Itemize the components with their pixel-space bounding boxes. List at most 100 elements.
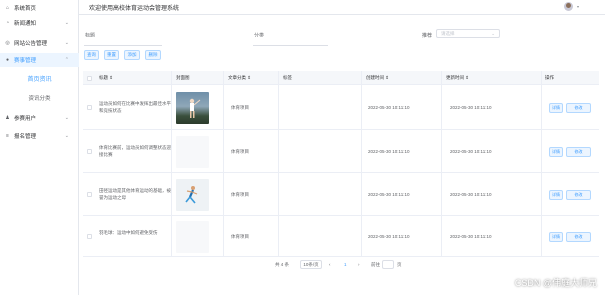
sidebar-item-news[interactable]: ◔ 新闻通知 ⌄	[0, 16, 79, 30]
row-title: 体育比赛前，运动员如何调整状态迎接比赛	[99, 145, 171, 157]
column-divider	[361, 71, 362, 257]
page-number-current[interactable]: 1	[344, 262, 347, 267]
row-title: 运动员如何在比赛中发挥出最佳水平和竞技状态	[99, 101, 171, 113]
avatar[interactable]	[564, 2, 573, 11]
sidebar-item-label: 资讯分类	[28, 96, 51, 102]
sidebar-item-label: 系统首页	[14, 6, 37, 12]
delete-button[interactable]: 删除	[145, 50, 161, 60]
location-icon: ●	[5, 56, 10, 63]
cover-image-empty	[176, 136, 209, 168]
chevron-down-icon: ⌄	[64, 40, 69, 46]
row-checkbox[interactable]	[87, 105, 92, 110]
table-row: 运动员如何在比赛中发挥出最佳水平和竞技状态 体育项目 2022-05-30 10…	[83, 86, 599, 130]
row-category: 体育项目	[231, 105, 249, 110]
sidebar-item-label: 参赛用户	[14, 116, 37, 122]
row-created: 2022-05-30 10:11:10	[368, 192, 410, 197]
edit-button[interactable]: 修改	[566, 190, 591, 200]
row-category: 体育项目	[231, 149, 249, 154]
sidebar-item-registration[interactable]: ≡ 报名管理 ⌄	[0, 129, 79, 143]
sidebar-item-home[interactable]: ⌂ 系统首页	[0, 1, 79, 15]
user-icon: ♟	[5, 114, 10, 121]
edit-button[interactable]: 修改	[566, 232, 591, 242]
recommend-select[interactable]: 请选择 ⌄	[436, 29, 500, 38]
col-tag: 标签	[283, 75, 292, 80]
row-updated: 2022-05-30 10:11:10	[450, 149, 492, 154]
col-category[interactable]: 文章分类 ⇕	[228, 75, 251, 81]
sidebar-item-announcement[interactable]: ◎ 网站公告管理 ⌄	[0, 36, 79, 50]
table-row: 田径运动是其他体育运动的基础，被誉为运动之母 体育项目 2022-05-30 1…	[83, 174, 599, 216]
prev-page-button[interactable]: ‹	[329, 262, 331, 267]
table-row: 羽毛球：运动中如何避免受伤 体育项目 2022-05-30 10:11:10 2…	[83, 217, 599, 257]
table-row: 体育比赛前，运动员如何调整状态迎接比赛 体育项目 2022-05-30 10:1…	[83, 131, 599, 173]
sort-icon: ⇕	[465, 75, 470, 80]
row-created: 2022-05-30 10:11:10	[368, 149, 410, 154]
col-updated-label: 更新时间	[446, 75, 464, 80]
sidebar-item-label: 赛事管理	[14, 58, 37, 64]
goto-page-input[interactable]	[382, 260, 394, 269]
chevron-down-icon: ⌄	[491, 31, 495, 36]
chevron-down-icon: ⌄	[64, 115, 69, 121]
category-search-input[interactable]	[253, 37, 328, 46]
column-divider	[541, 71, 542, 257]
col-cover: 封面图	[176, 75, 190, 80]
goto-label: 前往	[371, 262, 380, 267]
view-button[interactable]: 详情	[549, 147, 563, 157]
sort-icon: ⇕	[109, 75, 114, 80]
sort-icon: ⇕	[247, 75, 252, 80]
bell-icon: ◔	[5, 19, 10, 26]
sidebar-item-label: 首页资讯	[27, 77, 52, 83]
sort-icon: ⇕	[385, 75, 390, 80]
sidebar-subitem-news-info[interactable]: 首页资讯	[0, 73, 79, 87]
row-updated: 2022-05-30 10:11:10	[450, 234, 492, 239]
column-divider	[278, 71, 279, 257]
select-all-checkbox[interactable]	[87, 76, 92, 81]
col-title[interactable]: 标题 ⇕	[99, 75, 113, 81]
row-checkbox[interactable]	[87, 234, 92, 239]
caret-down-icon[interactable]: ▾	[577, 4, 579, 9]
runner-figure	[185, 186, 198, 204]
row-title: 田径运动是其他体育运动的基础，被誉为运动之母	[99, 188, 171, 200]
add-button[interactable]: 添加	[124, 50, 140, 60]
reset-button[interactable]: 重置	[104, 50, 119, 60]
row-checkbox[interactable]	[87, 192, 92, 197]
view-button[interactable]: 详情	[549, 232, 563, 242]
row-title: 羽毛球：运动中如何避免受伤	[99, 230, 158, 235]
chevron-up-icon: ⌃	[64, 57, 69, 63]
search-button[interactable]: 查询	[84, 50, 99, 60]
row-updated: 2022-05-30 10:11:10	[450, 192, 492, 197]
row-checkbox[interactable]	[87, 149, 92, 154]
next-page-button[interactable]: ›	[358, 262, 360, 267]
row-updated: 2022-05-30 10:11:10	[450, 105, 492, 110]
edit-button[interactable]: 修改	[566, 103, 591, 113]
title-search-input[interactable]	[84, 37, 162, 46]
view-button[interactable]: 详情	[549, 103, 563, 113]
col-category-label: 文章分类	[228, 75, 246, 80]
table-header: 标题 ⇕ 封面图 文章分类 ⇕ 标签 创建时间 ⇕ 更新时间 ⇕ 操作	[83, 71, 599, 85]
chevron-down-icon: ⌄	[64, 20, 69, 26]
sidebar-subitem-news-category[interactable]: 资讯分类	[0, 92, 79, 106]
row-created: 2022-05-30 10:11:10	[368, 105, 410, 110]
main-content: 标题 分类 推荐 请选择 ⌄ 查询 重置 添加 删除 标题 ⇕ 封面图 文章分类…	[79, 15, 605, 295]
home-icon: ⌂	[5, 4, 10, 11]
sidebar-item-event-management[interactable]: ● 赛事管理 ⌃	[0, 53, 79, 67]
sidebar-item-label: 报名管理	[14, 134, 37, 140]
page-suffix-label: 页	[397, 262, 402, 267]
col-created[interactable]: 创建时间 ⇕	[366, 75, 389, 81]
page-size-value: 10条/页	[303, 262, 319, 267]
watermark: CSDN @伟庭大师兄	[514, 278, 597, 288]
chevron-down-icon: ⌄	[64, 133, 69, 139]
cover-image-tennis	[176, 92, 209, 124]
pagination-total: 共 4 条	[275, 262, 290, 267]
megaphone-icon: ◎	[5, 39, 10, 46]
row-category: 体育项目	[231, 192, 249, 197]
list-icon: ≡	[6, 132, 9, 139]
filter-recommend-label: 推荐	[422, 33, 433, 39]
row-created: 2022-05-30 10:11:10	[368, 234, 410, 239]
edit-button[interactable]: 修改	[566, 147, 591, 157]
col-updated[interactable]: 更新时间 ⇕	[446, 75, 469, 81]
sidebar-item-participants[interactable]: ♟ 参赛用户 ⌄	[0, 111, 79, 125]
cover-image-empty	[176, 221, 209, 253]
cover-image-runner	[176, 179, 209, 211]
view-button[interactable]: 详情	[549, 190, 563, 200]
page-size-select[interactable]: 10条/页	[300, 260, 322, 269]
